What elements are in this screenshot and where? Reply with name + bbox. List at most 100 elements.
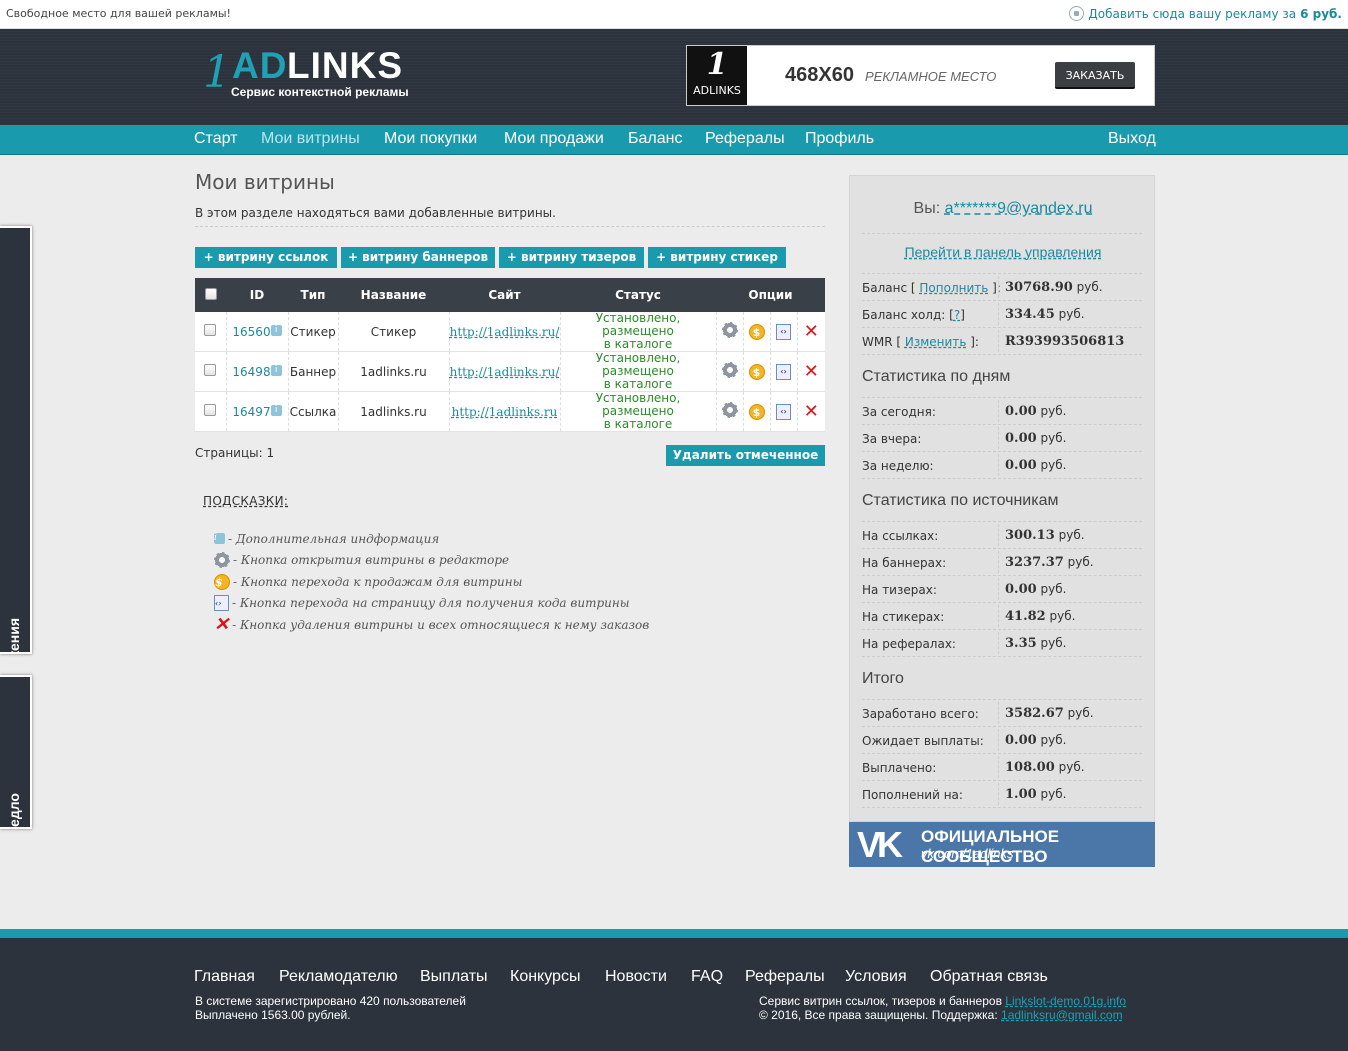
col-name[interactable]: Название <box>338 278 449 312</box>
code-icon[interactable]: ‹› <box>776 404 791 420</box>
add-ad-link[interactable]: Добавить сюда вашу рекламу за 6 руб. <box>1069 6 1342 21</box>
nav-profile[interactable]: Профиль <box>805 130 874 148</box>
feedback-side-tab[interactable]: Отзывы и предлавы и предложения <box>0 226 32 654</box>
top-ad-strip: Свободное место для вашей рекламы! Добав… <box>0 0 1348 29</box>
feedback-side-tab-2[interactable]: Отзывы и предло <box>0 675 32 829</box>
currency-unit: руб. <box>1049 609 1076 623</box>
footer-nav-referrals[interactable]: Рефералы <box>745 968 825 986</box>
row-id[interactable]: 16497 <box>232 405 270 419</box>
stat-value: 0.00 <box>1005 582 1037 597</box>
footer-nav-news[interactable]: Новости <box>605 968 667 986</box>
row-code-cell: ‹› <box>770 351 798 392</box>
hint-item: i- Дополнительная индформация <box>214 528 649 550</box>
col-status[interactable]: Статус <box>560 278 716 312</box>
row-id-cell: 16498 i <box>226 351 289 392</box>
footer-nav-feedback[interactable]: Обратная связь <box>930 968 1048 986</box>
add-teasers-shop-button[interactable]: + витрину тизеров <box>499 247 644 268</box>
add-ad-text[interactable]: Добавить сюда вашу рекламу за <box>1088 7 1296 21</box>
row-checkbox[interactable] <box>204 324 217 336</box>
row-delete-cell: ✕ <box>797 351 825 392</box>
nav-my-shops[interactable]: Мои витрины <box>261 130 360 148</box>
ad-banner-468x60[interactable]: 1 ADLINKS 468X60 РЕКЛАМНОЕ МЕСТО ЗАКАЗАТ… <box>686 45 1155 106</box>
col-id[interactable]: ID <box>226 278 288 312</box>
divider <box>998 578 999 600</box>
delete-icon[interactable]: ✕ <box>804 401 819 422</box>
gear-icon <box>214 552 230 569</box>
nav-balance[interactable]: Баланс <box>628 130 682 148</box>
delete-selected-button[interactable]: Удалить отмеченное <box>666 445 825 466</box>
currency-unit: руб. <box>1040 636 1067 650</box>
row-status-line2: в каталоге <box>603 337 673 351</box>
info-icon[interactable]: i <box>270 324 282 336</box>
stat-row: Выплачено: 108.00 руб. <box>862 754 1142 781</box>
topup-link[interactable]: Пополнить <box>919 281 988 295</box>
gear-icon[interactable] <box>721 402 738 418</box>
nav-start[interactable]: Старт <box>194 130 237 148</box>
feedback-tab-label-2: Отзывы и предло <box>6 793 22 827</box>
vk-community-banner[interactable]: VK ОФИЦИАЛЬНОЕ СООБЩЕСТВО vk.com/1adlink… <box>849 822 1155 867</box>
stat-value-wrap: 3237.37 руб. <box>1005 555 1094 570</box>
row-site-link[interactable]: http://1adlinks.ru/ <box>450 365 560 379</box>
add-ad-price[interactable]: 6 руб. <box>1300 7 1342 21</box>
gear-icon[interactable] <box>721 362 738 378</box>
stat-value-wrap: 0.00 руб. <box>1005 582 1066 597</box>
nav-my-purchases[interactable]: Мои покупки <box>384 130 477 148</box>
change-wmr-link[interactable]: Изменить <box>905 335 967 349</box>
wmr-value-wrap: R393993506813 <box>1005 334 1124 349</box>
footer-copyright-line: © 2016, Все права защищены. Поддержка: 1… <box>759 1008 1123 1022</box>
currency-unit: руб. <box>1040 458 1067 472</box>
control-panel-link[interactable]: Перейти в панель управления <box>905 244 1102 260</box>
add-links-shop-button[interactable]: + витрину ссылок <box>195 247 337 268</box>
user-email-link[interactable]: a*******9@yandex.ru <box>945 200 1093 217</box>
gear-icon[interactable] <box>721 322 738 338</box>
info-icon[interactable]: i <box>270 364 282 376</box>
select-all-checkbox[interactable] <box>204 287 217 300</box>
stat-key: За вчера: <box>862 432 922 446</box>
stat-row: На баннерах: 3237.37 руб. <box>862 549 1142 576</box>
coin-icon[interactable]: $ <box>748 403 765 420</box>
info-icon[interactable]: i <box>270 404 282 416</box>
stat-value-wrap: 0.00 руб. <box>1005 404 1066 419</box>
col-site[interactable]: Сайт <box>449 278 560 312</box>
banner-order-button[interactable]: ЗАКАЗАТЬ <box>1055 62 1135 89</box>
code-icon[interactable]: ‹› <box>776 324 791 340</box>
footer-site-link[interactable]: Linkslot-demo.01g.info <box>1005 994 1126 1008</box>
banner-size: 468X60 <box>785 64 854 86</box>
row-id[interactable]: 16498 <box>232 365 270 379</box>
page-description: В этом разделе находяться вами добавленн… <box>195 206 825 227</box>
col-type[interactable]: Тип <box>288 278 338 312</box>
footer-nav-payouts[interactable]: Выплаты <box>420 968 488 986</box>
row-site-link[interactable]: http://1adlinks.ru/ <box>450 325 560 339</box>
divider <box>998 400 999 422</box>
footer-nav-faq[interactable]: FAQ <box>691 968 723 986</box>
row-id[interactable]: 16560 <box>232 325 270 339</box>
currency-unit: руб. <box>1058 760 1085 774</box>
divider <box>998 454 999 476</box>
footer-nav-contests[interactable]: Конкурсы <box>510 968 580 986</box>
coin-icon[interactable]: $ <box>748 323 765 340</box>
row-checkbox[interactable] <box>204 404 217 416</box>
footer-support-email[interactable]: 1adlinksru@gmail.com <box>1001 1008 1123 1022</box>
delete-icon[interactable]: ✕ <box>804 361 819 382</box>
logo-subtitle: Сервис контекстной рекламы <box>231 85 409 99</box>
row-select-cell <box>195 351 227 392</box>
add-shop-buttons: + витрину ссылок + витрину баннеров + ви… <box>195 247 786 268</box>
footer-nav-terms[interactable]: Условия <box>845 968 907 986</box>
nav-my-sales[interactable]: Мои продажи <box>504 130 604 148</box>
nav-referrals[interactable]: Рефералы <box>705 130 785 148</box>
footer-nav-home[interactable]: Главная <box>194 968 255 986</box>
row-checkbox[interactable] <box>204 364 217 376</box>
row-site-link[interactable]: http://1adlinks.ru <box>452 405 558 419</box>
row-status-line2: в каталоге <box>603 417 673 431</box>
banner-mini-logo: 1 ADLINKS <box>687 46 747 105</box>
delete-icon[interactable]: ✕ <box>804 321 819 342</box>
add-banners-shop-button[interactable]: + витрину баннеров <box>341 247 495 268</box>
divider <box>998 729 999 751</box>
nav-logout[interactable]: Выход <box>1108 130 1156 148</box>
stat-value: 3237.37 <box>1005 555 1064 570</box>
add-sticker-shop-button[interactable]: + витрину стикер <box>648 247 786 268</box>
footer-nav-advertiser[interactable]: Рекламодателю <box>279 968 398 986</box>
hold-value: 334.45 <box>1005 307 1055 322</box>
coin-icon[interactable]: $ <box>748 363 765 380</box>
code-icon[interactable]: ‹› <box>776 364 791 380</box>
